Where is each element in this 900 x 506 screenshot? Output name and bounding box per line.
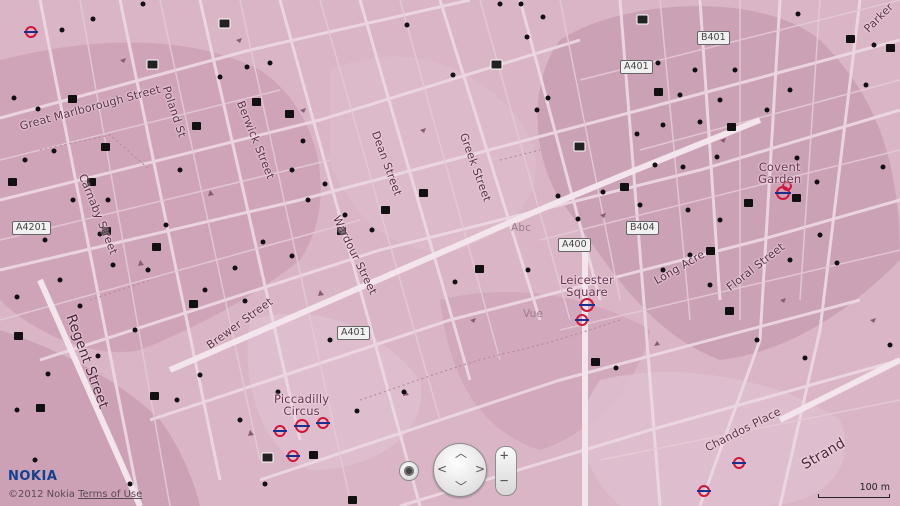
- place-label-leicester-square: Leicester Square: [560, 273, 614, 299]
- nokia-logo: NOKIA: [8, 469, 58, 484]
- locate-button[interactable]: [399, 461, 419, 481]
- road-shield: A400: [558, 238, 591, 252]
- road-shield: B404: [626, 221, 659, 235]
- zoom-control[interactable]: + −: [495, 446, 517, 496]
- pan-right-icon[interactable]: >: [475, 462, 485, 476]
- pan-control[interactable]: ︿ < > ﹀: [433, 443, 487, 497]
- map-view[interactable]: Great Marlborough Street Poland St Berwi…: [0, 0, 900, 506]
- pan-left-icon[interactable]: <: [437, 462, 447, 476]
- scale-bar-line: [818, 494, 890, 498]
- scale-label: 100 m: [859, 482, 890, 493]
- poi-label: Vue: [523, 308, 544, 320]
- copyright-text: ©2012 Nokia: [8, 489, 75, 500]
- zoom-in-button[interactable]: +: [500, 448, 508, 464]
- zoom-out-button[interactable]: −: [500, 473, 508, 489]
- terms-link[interactable]: Terms of Use: [78, 489, 142, 500]
- scale-bar: 100 m: [818, 482, 890, 498]
- road-shield: A401: [620, 60, 653, 74]
- pan-up-icon[interactable]: ︿: [455, 444, 467, 461]
- road-shield: B401: [697, 31, 730, 45]
- place-label-piccadilly-circus: Piccadilly Circus: [274, 392, 330, 418]
- road-shield: A401: [337, 326, 370, 340]
- poi-label: Abc: [511, 222, 532, 234]
- road-shield: A4201: [12, 221, 51, 235]
- copyright-notice: ©2012 Nokia Terms of Use: [8, 489, 142, 500]
- place-label-covent-garden: Covent Garden: [758, 160, 802, 186]
- pan-down-icon[interactable]: ﹀: [455, 478, 467, 495]
